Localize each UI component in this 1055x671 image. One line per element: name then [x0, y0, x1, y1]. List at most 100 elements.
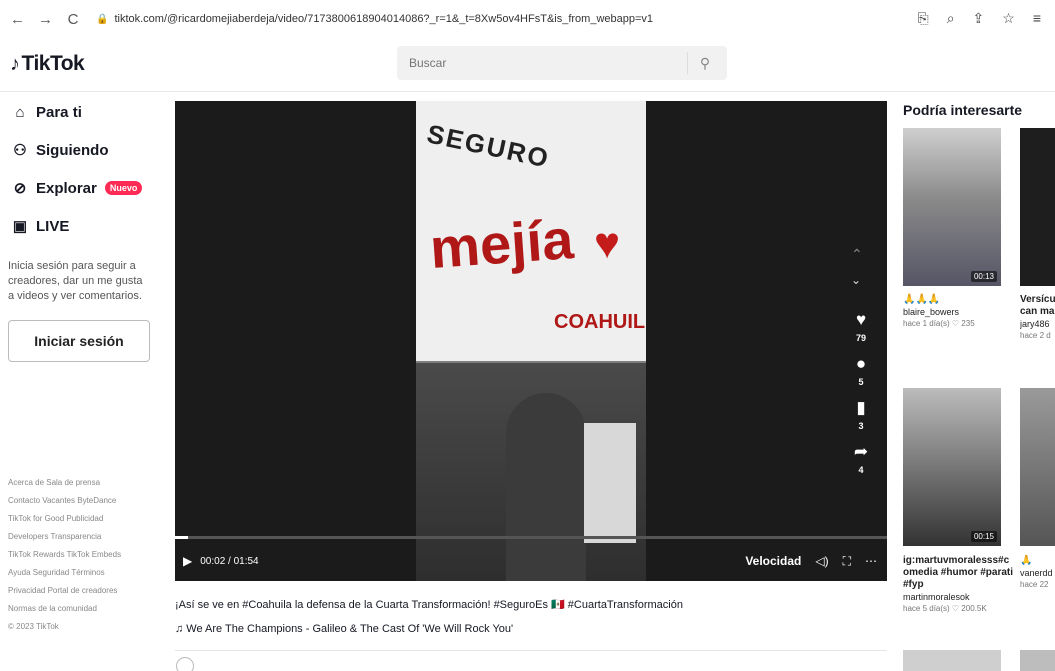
- more-options-icon[interactable]: ⋯: [865, 554, 877, 568]
- playback-time: 00:02 / 01:54: [200, 555, 259, 567]
- poster-state-text: COAHUIL: [554, 311, 646, 333]
- sidebar-item-siguiendo[interactable]: ⚇ Siguiendo: [0, 131, 160, 169]
- recommended-thumbnail[interactable]: [903, 650, 1001, 671]
- back-icon[interactable]: ←: [10, 11, 25, 28]
- login-prompt: Inicia sesión para seguir a creadores, d…: [8, 260, 143, 302]
- divider: [175, 650, 887, 651]
- video-caption: ¡Así se ve en #Coahuila la defensa de la…: [175, 599, 683, 611]
- share-page-icon[interactable]: ⇪: [973, 10, 985, 27]
- footer-link-row[interactable]: TikTok Rewards TikTok Embeds: [8, 549, 158, 561]
- recommended-thumbnail[interactable]: [1020, 128, 1055, 286]
- recommended-item-author: blaire_bowers: [903, 307, 960, 317]
- like-icon[interactable]: ♥: [856, 311, 866, 329]
- search-bar: ⚲: [397, 46, 727, 80]
- chevron-up-icon[interactable]: ⌃: [851, 246, 863, 263]
- recommended-item[interactable]: Versícu que can manera jary486 hace 2 d: [1020, 294, 1055, 342]
- action-rail: ♥ 79 ● 5 ▮ 3 ➦ 4: [846, 311, 876, 487]
- recommended-item[interactable]: 🙏 vanerdd hace 22: [1020, 555, 1055, 591]
- recommended-item-author: martinmoralesok: [903, 592, 970, 602]
- recommended-item-title: Versícu que can manera: [1020, 294, 1055, 317]
- recommended-thumbnail[interactable]: [1020, 650, 1055, 671]
- recommended-item[interactable]: ig:martuvmoralesss#c omedia #humor #para…: [903, 555, 1015, 615]
- reading-list-icon[interactable]: ≡: [1033, 10, 1041, 27]
- sidebar-item-label: LIVE: [36, 217, 70, 235]
- sidebar-item-live[interactable]: ▣ LIVE: [0, 207, 160, 245]
- video-player[interactable]: SEGURO mejía ♥ COAHUIL ⌃ ⌄ ♥ 79 ● 5 ▮ 3 …: [175, 101, 887, 581]
- like-count: 79: [855, 333, 866, 343]
- footer-link-row[interactable]: Ayuda Seguridad Términos: [8, 567, 158, 579]
- compass-icon: ⊘: [13, 180, 27, 197]
- campaign-poster: SEGURO mejía ♥ COAHUIL: [416, 101, 646, 361]
- copyright: © 2023 TikTok: [8, 622, 59, 631]
- tiktok-header: ♪ TikTok ⚲: [0, 38, 1055, 92]
- zoom-icon[interactable]: ⌕: [947, 10, 955, 27]
- logo-text: TikTok: [21, 52, 85, 75]
- chevron-down-icon[interactable]: ⌄: [851, 273, 861, 287]
- install-app-icon[interactable]: ⎘: [917, 10, 928, 27]
- recommended-item-title: 🙏🙏🙏: [903, 294, 941, 305]
- recommended-thumbnail[interactable]: 00:13: [903, 128, 1001, 286]
- home-icon: ⌂: [15, 103, 25, 121]
- recommended-item-meta: hace 5 día(s) ♡ 200.5K: [903, 604, 987, 613]
- sidebar-item-para-ti[interactable]: ⌂ Para ti: [0, 93, 160, 131]
- tiktok-note-icon: ♪: [10, 52, 20, 75]
- recommended-item-meta: hace 22: [1020, 580, 1049, 589]
- sidebar-item-explorar[interactable]: ⊘ Explorar Nuevo: [0, 169, 160, 207]
- bookmark-icon[interactable]: ▮: [856, 399, 865, 417]
- duration-badge: 00:13: [970, 271, 997, 282]
- address-bar[interactable]: 🔒 tiktok.com/@ricardomejiaberdeja/video/…: [96, 13, 653, 25]
- browser-toolbar: ← → C 🔒 tiktok.com/@ricardomejiaberdeja/…: [0, 0, 1055, 38]
- footer-link-row[interactable]: Acerca de Sala de prensa: [8, 477, 158, 489]
- live-icon: ▣: [12, 218, 28, 235]
- footer-link-row[interactable]: Privacidad Portal de creadores: [8, 585, 158, 597]
- bookmark-star-icon[interactable]: ☆: [1002, 10, 1015, 27]
- save-count: 3: [858, 421, 864, 431]
- video-frame: SEGURO mejía ♥ COAHUIL: [416, 101, 646, 581]
- poster-seguro-text: SEGURO: [424, 118, 553, 174]
- comment-icon[interactable]: ●: [856, 355, 866, 373]
- new-badge: Nuevo: [104, 181, 143, 195]
- share-count: 4: [858, 465, 864, 475]
- search-input[interactable]: [397, 56, 687, 70]
- recommended-item-title: 🙏: [1020, 555, 1033, 566]
- progress-bar[interactable]: [175, 536, 887, 539]
- speed-button[interactable]: Velocidad: [745, 554, 801, 568]
- sidebar-item-label: Para ti: [36, 103, 82, 121]
- share-icon[interactable]: ➦: [854, 443, 868, 461]
- url-text: tiktok.com/@ricardomejiaberdeja/video/71…: [114, 13, 654, 25]
- avatar[interactable]: [176, 657, 194, 671]
- recommended-item-meta: hace 2 d: [1020, 331, 1051, 340]
- sidebar-item-label: Explorar: [36, 179, 97, 197]
- recommended-item-author: vanerdd: [1020, 568, 1053, 578]
- poster-name-text: mejía: [427, 207, 576, 280]
- reload-icon[interactable]: C: [66, 11, 80, 28]
- music-link[interactable]: ♫ We Are The Champions - Galileo & The C…: [175, 623, 513, 635]
- tiktok-logo[interactable]: ♪ TikTok: [10, 52, 85, 76]
- search-icon[interactable]: ⚲: [688, 55, 722, 72]
- recommended-thumbnail[interactable]: 00:15: [903, 388, 1001, 546]
- play-icon[interactable]: ▶: [183, 554, 192, 568]
- comment-count: 5: [858, 377, 864, 387]
- held-sign: [584, 423, 636, 543]
- recommended-title: Podría interesarte: [903, 102, 1023, 118]
- progress-fill: [175, 536, 188, 539]
- following-icon: ⚇: [13, 142, 27, 159]
- footer-link-row[interactable]: TikTok for Good Publicidad: [8, 513, 158, 525]
- footer-link-row[interactable]: Contacto Vacantes ByteDance: [8, 495, 158, 507]
- volume-icon[interactable]: ◁): [815, 554, 828, 568]
- footer-link-row[interactable]: Developers Transparencia: [8, 531, 158, 543]
- duration-badge: 00:15: [970, 531, 997, 542]
- recommended-thumbnail[interactable]: [1020, 388, 1055, 546]
- forward-icon[interactable]: →: [38, 11, 53, 28]
- sidebar: ⌂ Para ti ⚇ Siguiendo ⊘ Explorar Nuevo ▣…: [0, 93, 160, 671]
- heart-icon: ♥: [594, 219, 621, 268]
- recommended-item[interactable]: 🙏🙏🙏 blaire_bowers hace 1 día(s) ♡ 235: [903, 294, 1001, 330]
- recommended-item-author: jary486: [1020, 319, 1050, 329]
- recommended-item-title: ig:martuvmoralesss#c omedia #humor #para…: [903, 555, 1014, 590]
- fullscreen-icon[interactable]: ⛶: [843, 554, 851, 569]
- lock-icon: 🔒: [96, 13, 109, 25]
- footer-link-row[interactable]: Normas de la comunidad: [8, 603, 158, 615]
- sidebar-item-label: Siguiendo: [36, 141, 109, 159]
- login-button[interactable]: Iniciar sesión: [8, 320, 150, 362]
- video-controls: ▶ 00:02 / 01:54 Velocidad ◁) ⛶ ⋯: [175, 547, 887, 575]
